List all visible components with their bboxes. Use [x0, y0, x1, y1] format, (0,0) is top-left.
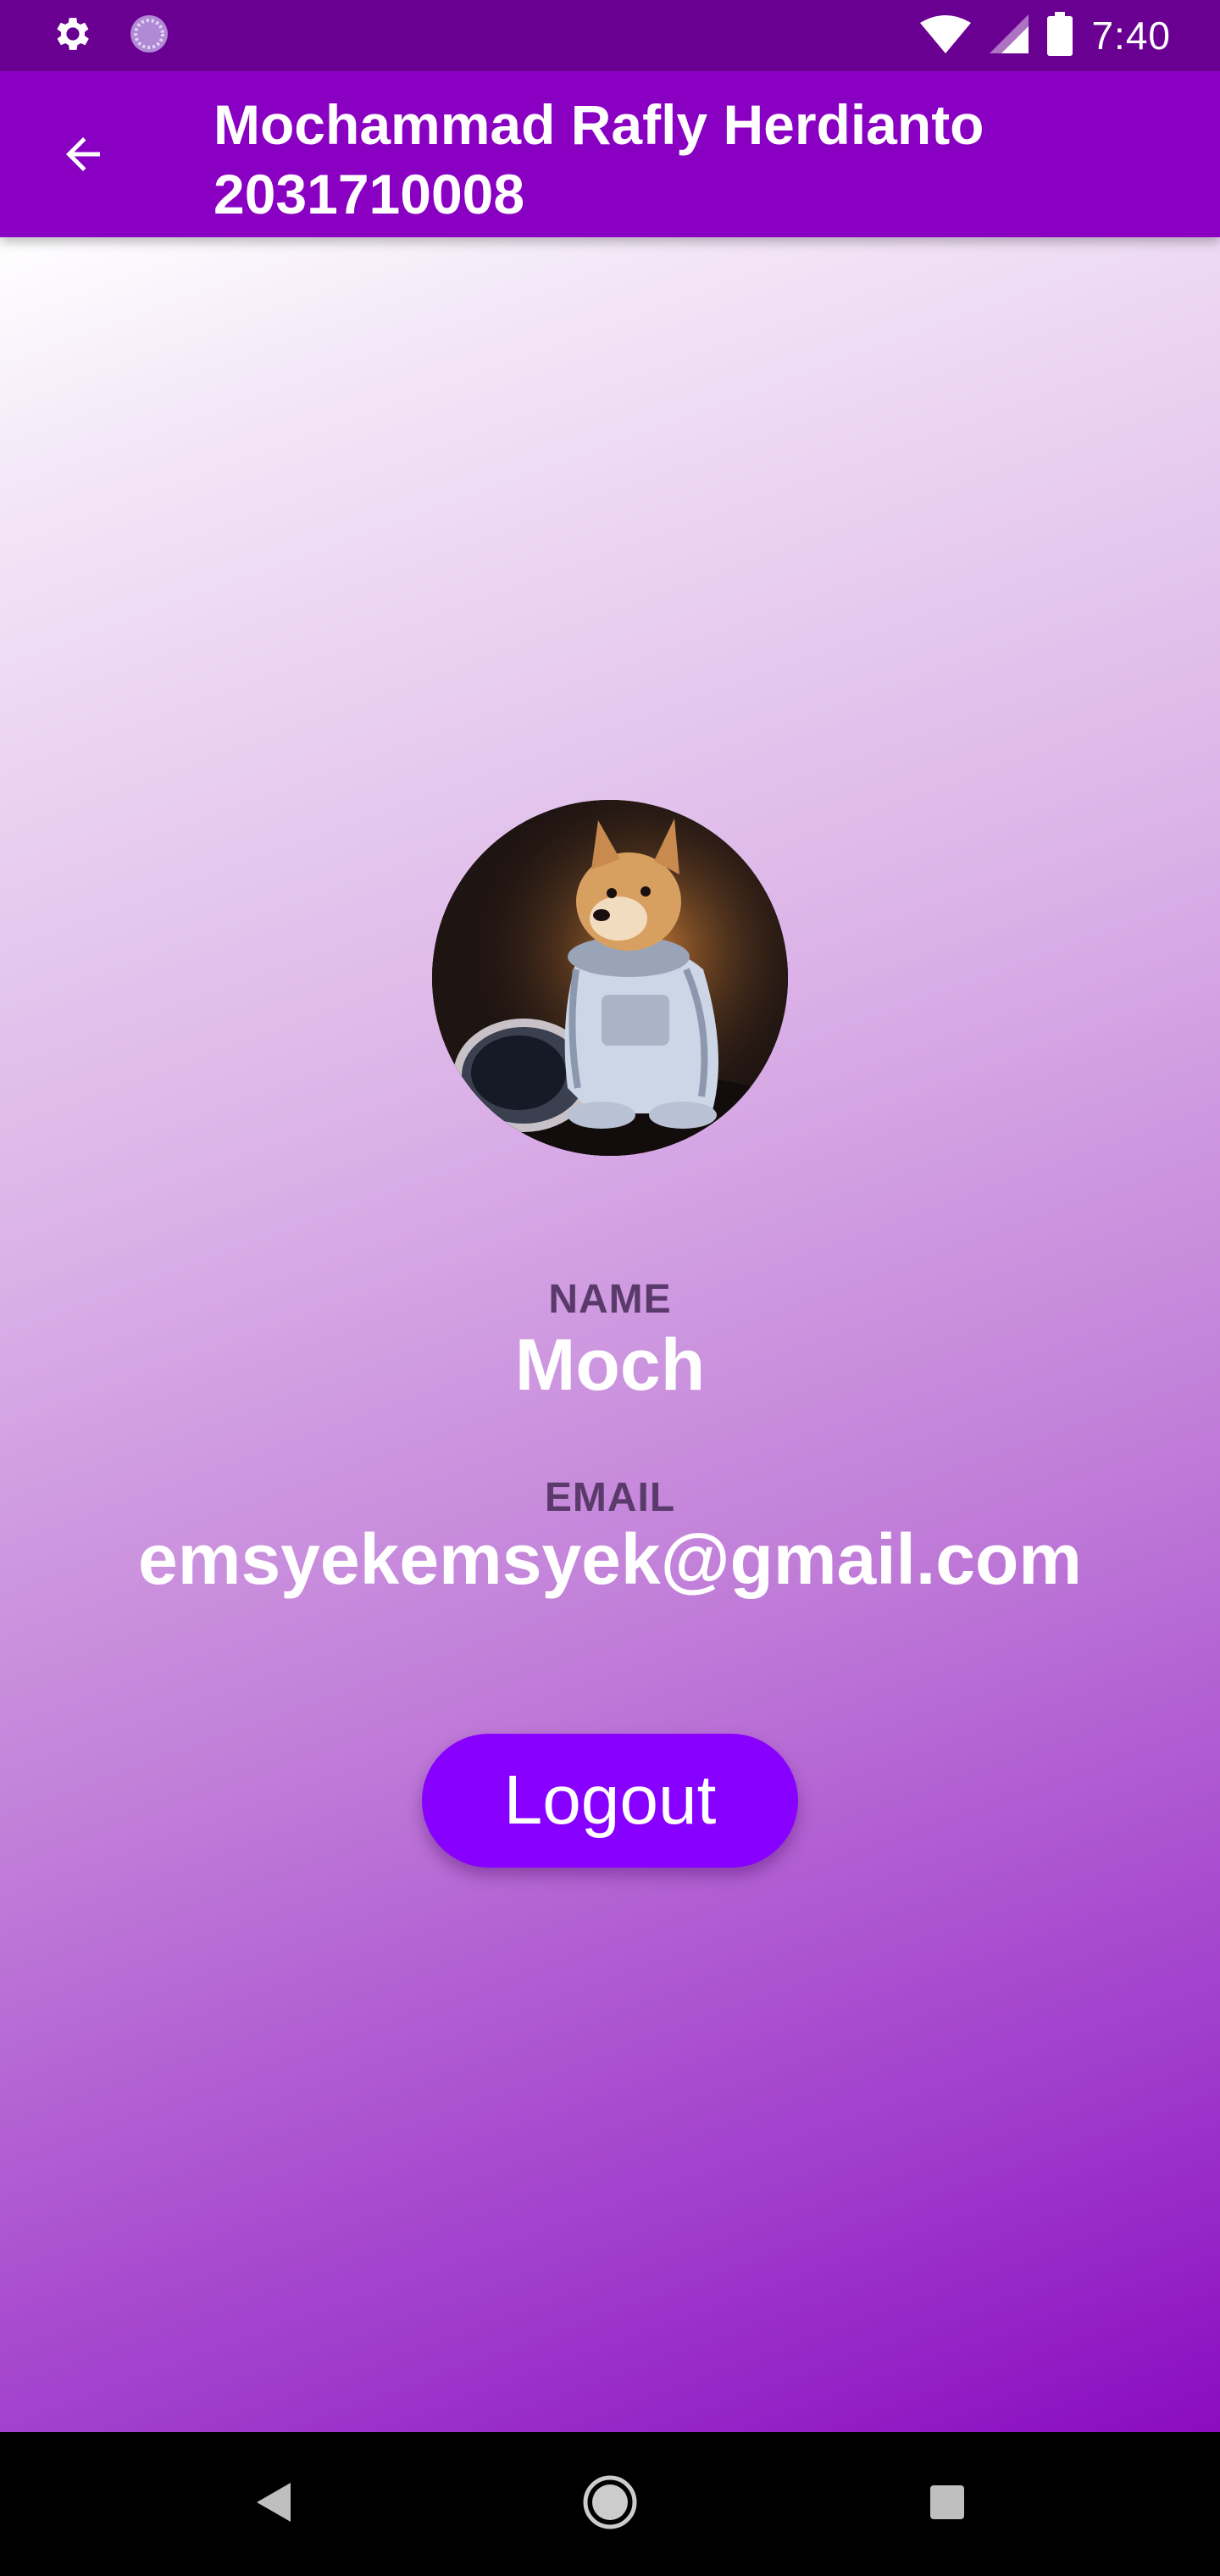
page-title: Mochammad Rafly Herdianto 2031710008: [214, 90, 984, 229]
profile-avatar: [432, 800, 788, 1156]
home-circle-icon: [581, 2473, 639, 2535]
email-value: emsyekemsyek@gmail.com: [138, 1519, 1082, 1599]
name-value: Moch: [514, 1324, 706, 1406]
status-right-icons: 7:40: [920, 11, 1171, 60]
nav-home-button[interactable]: [542, 2432, 678, 2576]
back-button[interactable]: [42, 115, 124, 197]
page-title-line1: Mochammad Rafly Herdianto: [214, 93, 984, 156]
system-nav-bar: [0, 2432, 1220, 2576]
nav-recents-button[interactable]: [879, 2432, 1015, 2576]
doge-astronaut-picture: [432, 800, 788, 1156]
page-title-line2: 2031710008: [214, 163, 525, 225]
signal-icon: [990, 14, 1029, 58]
back-triangle-icon: [253, 2481, 292, 2528]
sync-icon: [127, 12, 171, 60]
profile-content: NAME Moch EMAIL emsyekemsyek@gmail.com L…: [0, 237, 1220, 2432]
wifi-icon: [920, 14, 972, 58]
nav-back-button[interactable]: [205, 2432, 341, 2576]
status-time: 7:40: [1091, 14, 1171, 58]
status-bar: 7:40: [0, 0, 1220, 71]
arrow-back-icon: [58, 129, 108, 184]
email-label: EMAIL: [544, 1475, 676, 1520]
status-left-icons: [51, 14, 171, 58]
battery-icon: [1047, 11, 1073, 60]
recents-square-icon: [929, 2484, 966, 2525]
logout-button[interactable]: Logout: [422, 1734, 798, 1868]
name-label: NAME: [548, 1277, 672, 1322]
settings-icon: [51, 12, 95, 60]
app-bar: Mochammad Rafly Herdianto 2031710008: [0, 71, 1220, 237]
